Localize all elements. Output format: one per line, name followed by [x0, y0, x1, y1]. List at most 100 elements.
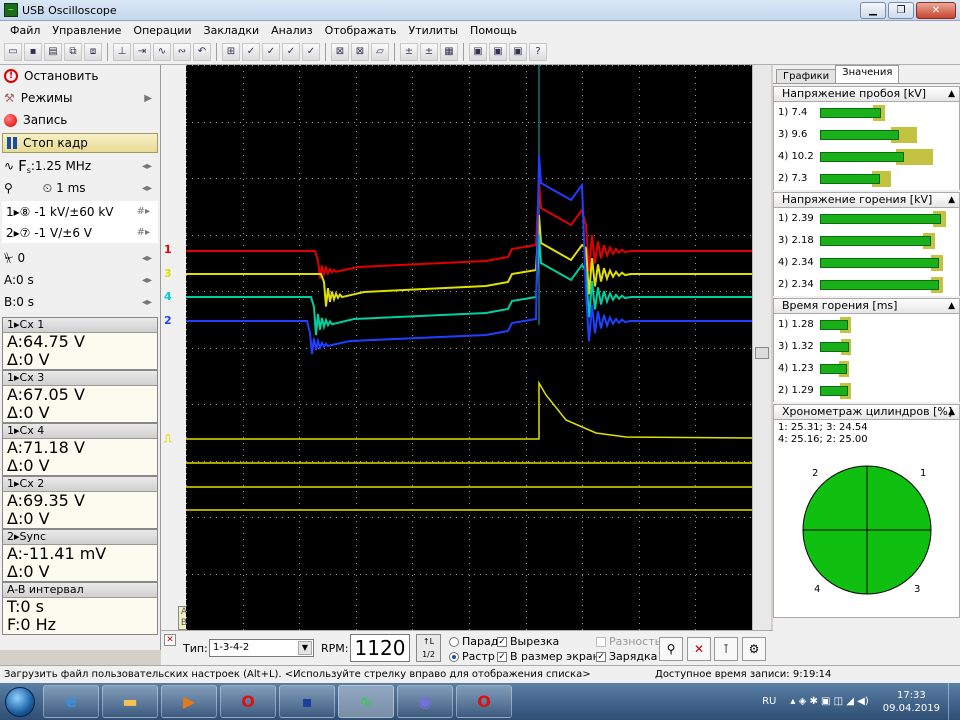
- menu-operations[interactable]: Операции: [127, 24, 197, 37]
- oscilloscope-task-icon[interactable]: ∿: [338, 685, 394, 718]
- tab-graphs[interactable]: Графики: [776, 69, 837, 83]
- new-icon[interactable]: ▭: [4, 42, 22, 61]
- channel-marker-3[interactable]: 3: [164, 267, 172, 280]
- explorer-icon[interactable]: ▬: [102, 685, 158, 718]
- charge-option[interactable]: ✓ Зарядка: [596, 650, 657, 663]
- minimize-button[interactable]: ▁: [860, 2, 886, 19]
- show-desktop-button[interactable]: [948, 683, 960, 720]
- b-time-row[interactable]: B:0 s ◂▸: [0, 291, 160, 313]
- fit-screen-option[interactable]: ✓ В размер экрана: [497, 650, 607, 663]
- channel-marker-sync[interactable]: ⎍: [164, 432, 172, 446]
- folder-icon[interactable]: ▱: [371, 42, 389, 61]
- cursor-icon[interactable]: ⊥: [113, 42, 131, 61]
- record-button[interactable]: Запись: [0, 109, 160, 131]
- tray-icons[interactable]: ▴ ◈ ✱ ▣ ◫ ◢ ◀): [790, 696, 868, 707]
- rpm-toggle-button[interactable]: ↑L 1/2: [416, 634, 441, 662]
- section-header[interactable]: Напряжение пробоя [kV] ▲: [773, 86, 960, 102]
- channel-marker-4[interactable]: 4: [164, 290, 172, 303]
- settings-tool-icon[interactable]: ⚙: [742, 637, 766, 661]
- stepper-icon[interactable]: ◂▸: [142, 275, 152, 286]
- chrono-section-header[interactable]: Хронометраж цилиндров [%] ▲: [773, 404, 960, 420]
- freeze-frame-button[interactable]: Стоп кадр: [2, 133, 158, 153]
- difference-option[interactable]: Разность: [596, 635, 661, 648]
- charge-checkbox[interactable]: ✓: [596, 652, 606, 662]
- modes-button[interactable]: ⚒ Режимы ▶: [0, 87, 160, 109]
- help-icon[interactable]: ?: [529, 42, 547, 61]
- trigger-icon[interactable]: ⇥: [133, 42, 151, 61]
- torrent-icon[interactable]: ◉: [397, 685, 453, 718]
- scroll-thumb[interactable]: [755, 347, 769, 359]
- menu-analysis[interactable]: Анализ: [265, 24, 319, 37]
- section-header[interactable]: Время горения [ms] ▲: [773, 298, 960, 314]
- parade-option[interactable]: Парад: [449, 635, 498, 648]
- ie-icon[interactable]: e: [43, 685, 99, 718]
- paste-icon[interactable]: ⧈: [84, 42, 102, 61]
- menu-help[interactable]: Помощь: [464, 24, 523, 37]
- undo-icon[interactable]: ↶: [193, 42, 211, 61]
- difference-checkbox[interactable]: [596, 637, 606, 647]
- media-icon[interactable]: ▶: [161, 685, 217, 718]
- timebase-row[interactable]: ⚲ ⏲ 1 ms ◂▸: [0, 177, 160, 199]
- a-time-row[interactable]: A:0 s ◂▸: [0, 269, 160, 291]
- floppy-icon[interactable]: ▪: [279, 685, 335, 718]
- save-icon[interactable]: ▪: [24, 42, 42, 61]
- parade-radio[interactable]: [449, 637, 459, 647]
- image3-icon[interactable]: ▣: [509, 42, 527, 61]
- trigger-row[interactable]: ⏧ 0 ◂▸: [0, 247, 160, 269]
- channel-marker-2[interactable]: 2: [164, 314, 172, 327]
- wave2-icon[interactable]: ∾: [173, 42, 191, 61]
- stop-button[interactable]: ! Остановить: [0, 65, 160, 87]
- sample-rate-row[interactable]: ∿ Fs :1.25 MHz ◂▸: [0, 155, 160, 177]
- check-icon[interactable]: ✓: [242, 42, 260, 61]
- oscilloscope-display[interactable]: [186, 65, 753, 631]
- math-icon[interactable]: ±: [400, 42, 418, 61]
- collapse-icon[interactable]: ▲: [948, 405, 955, 419]
- collapse-icon[interactable]: ▲: [948, 299, 955, 313]
- channel2-row[interactable]: 2▸⑦ -1 V/±6 V #▸: [2, 222, 158, 243]
- zoom-icon[interactable]: ⚲: [659, 637, 683, 661]
- grid2-icon[interactable]: ⊠: [351, 42, 369, 61]
- collapse-icon[interactable]: ▲: [948, 193, 955, 207]
- menu-control[interactable]: Управление: [46, 24, 127, 37]
- zoom-icon[interactable]: ⊞: [222, 42, 240, 61]
- stepper-icon[interactable]: ◂▸: [142, 297, 152, 308]
- print-icon[interactable]: ▤: [44, 42, 62, 61]
- cutout-checkbox[interactable]: ✓: [497, 637, 507, 647]
- check3-icon[interactable]: ✓: [282, 42, 300, 61]
- raster-radio[interactable]: [449, 652, 459, 662]
- menu-utilities[interactable]: Утилиты: [403, 24, 465, 37]
- clock[interactable]: 17:33 09.04.2019: [883, 689, 940, 715]
- image2-icon[interactable]: ▣: [489, 42, 507, 61]
- stepper-icon[interactable]: #▸: [137, 206, 150, 217]
- stepper-icon[interactable]: #▸: [137, 227, 150, 238]
- start-button[interactable]: [0, 683, 40, 720]
- channel1-row[interactable]: 1▸⑧ -1 kV/±60 kV #▸: [2, 201, 158, 222]
- math2-icon[interactable]: ±: [420, 42, 438, 61]
- language-indicator[interactable]: RU: [762, 696, 776, 707]
- check2-icon[interactable]: ✓: [262, 42, 280, 61]
- stepper-icon[interactable]: ◂▸: [142, 161, 152, 172]
- vertical-scrollbar[interactable]: [752, 65, 771, 630]
- close-icon[interactable]: ✕: [164, 634, 176, 646]
- menu-file[interactable]: Файл: [4, 24, 46, 37]
- copy-icon[interactable]: ⧉: [64, 42, 82, 61]
- cutout-option[interactable]: ✓ Вырезка: [497, 635, 559, 648]
- clear-icon[interactable]: ✕: [687, 637, 711, 661]
- check4-icon[interactable]: ✓: [302, 42, 320, 61]
- fit-screen-checkbox[interactable]: ✓: [497, 652, 507, 662]
- channel-marker-1[interactable]: 1: [164, 243, 172, 256]
- section-header[interactable]: Напряжение горения [kV] ▲: [773, 192, 960, 208]
- raster-option[interactable]: Растр: [449, 650, 495, 663]
- cursor-tool-icon[interactable]: ⊺: [714, 637, 738, 661]
- stepper-icon[interactable]: ◂▸: [142, 253, 152, 264]
- close-button[interactable]: ✕: [916, 2, 956, 19]
- table-icon[interactable]: ▦: [440, 42, 458, 61]
- menu-bookmarks[interactable]: Закладки: [198, 24, 266, 37]
- collapse-icon[interactable]: ▲: [948, 87, 955, 101]
- stepper-icon[interactable]: ◂▸: [142, 183, 152, 194]
- opera-icon[interactable]: O: [220, 685, 276, 718]
- wave-icon[interactable]: ∿: [153, 42, 171, 61]
- opera2-icon[interactable]: O: [456, 685, 512, 718]
- maximize-button[interactable]: ❐: [888, 2, 914, 19]
- grid-icon[interactable]: ⊠: [331, 42, 349, 61]
